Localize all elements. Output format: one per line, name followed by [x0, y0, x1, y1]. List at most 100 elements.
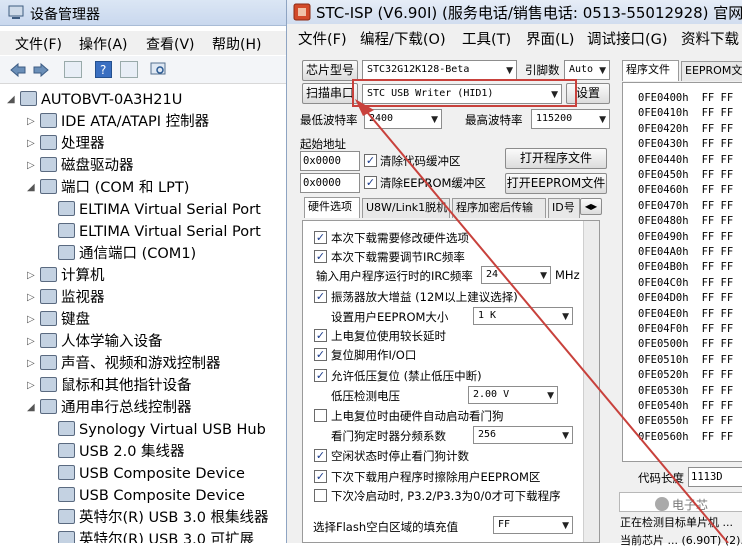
- tree-node[interactable]: 处理器: [40, 133, 105, 155]
- pins-select[interactable]: Auto ▼: [564, 60, 610, 80]
- hex-bytes: FF FF: [701, 215, 734, 228]
- hardware-option-checkbox[interactable]: ✓: [314, 290, 327, 303]
- isp-menu-program[interactable]: 编程/下载(O): [360, 28, 446, 49]
- hardware-option-select[interactable]: 2.00 V ▼: [468, 386, 558, 404]
- back-arrow-icon[interactable]: [9, 62, 27, 78]
- tab-scroll-arrows[interactable]: ◀▶: [580, 198, 602, 215]
- chevron-down-icon: ▼: [431, 115, 438, 125]
- tree-expander-icon[interactable]: ◢: [27, 183, 37, 193]
- tree-node[interactable]: 计算机: [40, 265, 105, 287]
- device-tree[interactable]: ◢ AUTOBVT-0A3H21U ▷ IDE ATA/ATAPI 控制器 ▷ 处理器 ▷ 磁…: [0, 85, 300, 543]
- max-baud-select[interactable]: 115200 ▼: [531, 109, 610, 129]
- tree-node[interactable]: 监视器: [40, 287, 105, 309]
- view-icon[interactable]: [120, 61, 138, 78]
- menu-view[interactable]: 查看(V): [146, 34, 195, 54]
- tab-program-file[interactable]: 程序文件: [622, 60, 679, 81]
- menu-file[interactable]: 文件(F): [15, 34, 62, 54]
- hardware-option-checkbox[interactable]: ✓: [314, 348, 327, 361]
- tree-node[interactable]: Synology Virtual USB Hub: [58, 419, 266, 441]
- hex-address: 0FE0400h: [638, 92, 689, 104]
- port-settings-button[interactable]: 设置: [566, 83, 610, 104]
- tree-node[interactable]: IDE ATA/ATAPI 控制器: [40, 111, 209, 133]
- hardware-option-select[interactable]: 1 K ▼: [473, 307, 573, 325]
- tree-node[interactable]: AUTOBVT-0A3H21U: [20, 89, 182, 111]
- hardware-option-checkbox[interactable]: ✓: [314, 231, 327, 244]
- tree-node-label: 计算机: [61, 268, 105, 284]
- hardware-option-checkbox[interactable]: ✓: [314, 329, 327, 342]
- tree-node[interactable]: USB Composite Device: [58, 485, 245, 507]
- tree-node[interactable]: USB Composite Device: [58, 463, 245, 485]
- hardware-option-select[interactable]: 24 ▼: [481, 266, 551, 284]
- tree-node[interactable]: 磁盘驱动器: [40, 155, 134, 177]
- tree-node[interactable]: 鼠标和其他指针设备: [40, 375, 192, 397]
- hardware-option-checkbox[interactable]: ✓: [314, 449, 327, 462]
- open-program-file-button[interactable]: 打开程序文件: [505, 148, 607, 169]
- hardware-option-select[interactable]: 256 ▼: [473, 426, 573, 444]
- hardware-option-checkbox[interactable]: ✓: [314, 470, 327, 483]
- hardware-option-checkbox[interactable]: ✓: [314, 250, 327, 263]
- tree-expander-icon[interactable]: ▷: [27, 161, 37, 171]
- isp-menu-tools[interactable]: 工具(T): [462, 28, 511, 49]
- port-select[interactable]: STC USB Writer (HID1) ▼: [362, 84, 562, 104]
- chevron-down-icon: ▼: [562, 521, 569, 531]
- tree-node[interactable]: 端口 (COM 和 LPT): [40, 177, 189, 199]
- hardware-option-checkbox[interactable]: [314, 489, 327, 502]
- tree-expander-icon[interactable]: ◢: [27, 403, 37, 413]
- tree-node[interactable]: 英特尔(R) USB 3.0 可扩展: [58, 529, 254, 543]
- isp-menu-file[interactable]: 文件(F): [298, 28, 347, 49]
- scan-hardware-icon[interactable]: [150, 61, 168, 78]
- tree-node[interactable]: 通信端口 (COM1): [58, 243, 196, 265]
- hex-address: 0FE0490h: [638, 230, 689, 243]
- tree-node[interactable]: ELTIMA Virtual Serial Port: [58, 199, 261, 221]
- tab-encrypted-transfer[interactable]: 程序加密后传输: [452, 198, 546, 218]
- program-hex-view[interactable]: 0FE0400h FF FF 0FE0410h FF FF 0FE0420h FF FF 0…: [622, 82, 742, 462]
- tree-expander-icon[interactable]: ▷: [27, 381, 37, 391]
- tab-u8w-offline[interactable]: U8W/Link1脱机: [362, 198, 450, 218]
- tab-hardware-options[interactable]: 硬件选项: [304, 197, 360, 218]
- tree-expander-icon[interactable]: ▷: [27, 139, 37, 149]
- tree-expander-icon[interactable]: ▷: [27, 117, 37, 127]
- fill-value-select[interactable]: FF ▼: [493, 516, 573, 534]
- chevron-down-icon: ▼: [547, 391, 554, 401]
- chip-model-select[interactable]: STC32G12K128-Beta ▼: [362, 60, 517, 80]
- usb-device-icon: [58, 465, 75, 480]
- menu-help[interactable]: 帮助(H): [212, 34, 261, 54]
- eeprom-start-address-input[interactable]: 0x0000: [300, 173, 360, 193]
- hardware-option-checkbox[interactable]: [314, 409, 327, 422]
- tree-node[interactable]: 通用串行总线控制器: [40, 397, 192, 419]
- options-scrollbar[interactable]: [583, 221, 599, 542]
- tree-node[interactable]: 人体学输入设备: [40, 331, 163, 353]
- tree-expander-icon[interactable]: ▷: [27, 359, 37, 369]
- properties-icon[interactable]: [64, 61, 82, 78]
- tree-node[interactable]: 键盘: [40, 309, 90, 331]
- forward-arrow-icon[interactable]: [32, 62, 50, 78]
- tree-node[interactable]: USB 2.0 集线器: [58, 441, 185, 463]
- tab-id-number[interactable]: ID号: [548, 198, 580, 218]
- hardware-option-label: 下次冷启动时, P3.2/P3.3为0/0才可下载程序: [331, 489, 561, 503]
- tree-expander-icon[interactable]: ▷: [27, 315, 37, 325]
- tree-expander-icon[interactable]: ◢: [7, 95, 17, 105]
- hardware-option-select-value: 24: [486, 269, 499, 280]
- tree-expander-icon[interactable]: ▷: [27, 271, 37, 281]
- chip-model-button[interactable]: 芯片型号: [302, 60, 358, 81]
- tree-node[interactable]: 英特尔(R) USB 3.0 根集线器: [58, 507, 269, 529]
- clear-code-buffer-checkbox[interactable]: ✓: [364, 154, 377, 167]
- tree-expander-icon[interactable]: ▷: [27, 337, 37, 347]
- open-eeprom-file-button[interactable]: 打开EEPROM文件: [505, 173, 607, 194]
- hardware-option-checkbox[interactable]: ✓: [314, 369, 327, 382]
- tab-eeprom-file[interactable]: EEPROM文件: [681, 61, 742, 81]
- tree-expander-icon[interactable]: ▷: [27, 293, 37, 303]
- isp-menu-debug[interactable]: 调试接口(G): [587, 28, 668, 49]
- hex-row: 0FE0520h FF FF: [638, 368, 733, 383]
- code-start-address-input[interactable]: 0x0000: [300, 151, 360, 171]
- min-baud-select[interactable]: 2400 ▼: [364, 109, 442, 129]
- isp-menu-download[interactable]: 资料下载: [681, 28, 739, 49]
- clear-eeprom-buffer-checkbox[interactable]: ✓: [364, 176, 377, 189]
- menu-action[interactable]: 操作(A): [79, 34, 128, 54]
- isp-menu-interface[interactable]: 界面(L): [526, 28, 574, 49]
- device-manager-menu-bar: 文件(F) 操作(A) 查看(V) 帮助(H): [0, 31, 300, 55]
- tree-node[interactable]: ELTIMA Virtual Serial Port: [58, 221, 261, 243]
- tree-node[interactable]: 声音、视频和游戏控制器: [40, 353, 221, 375]
- scan-port-button[interactable]: 扫描串口: [302, 83, 358, 104]
- help-icon[interactable]: ?: [95, 61, 112, 78]
